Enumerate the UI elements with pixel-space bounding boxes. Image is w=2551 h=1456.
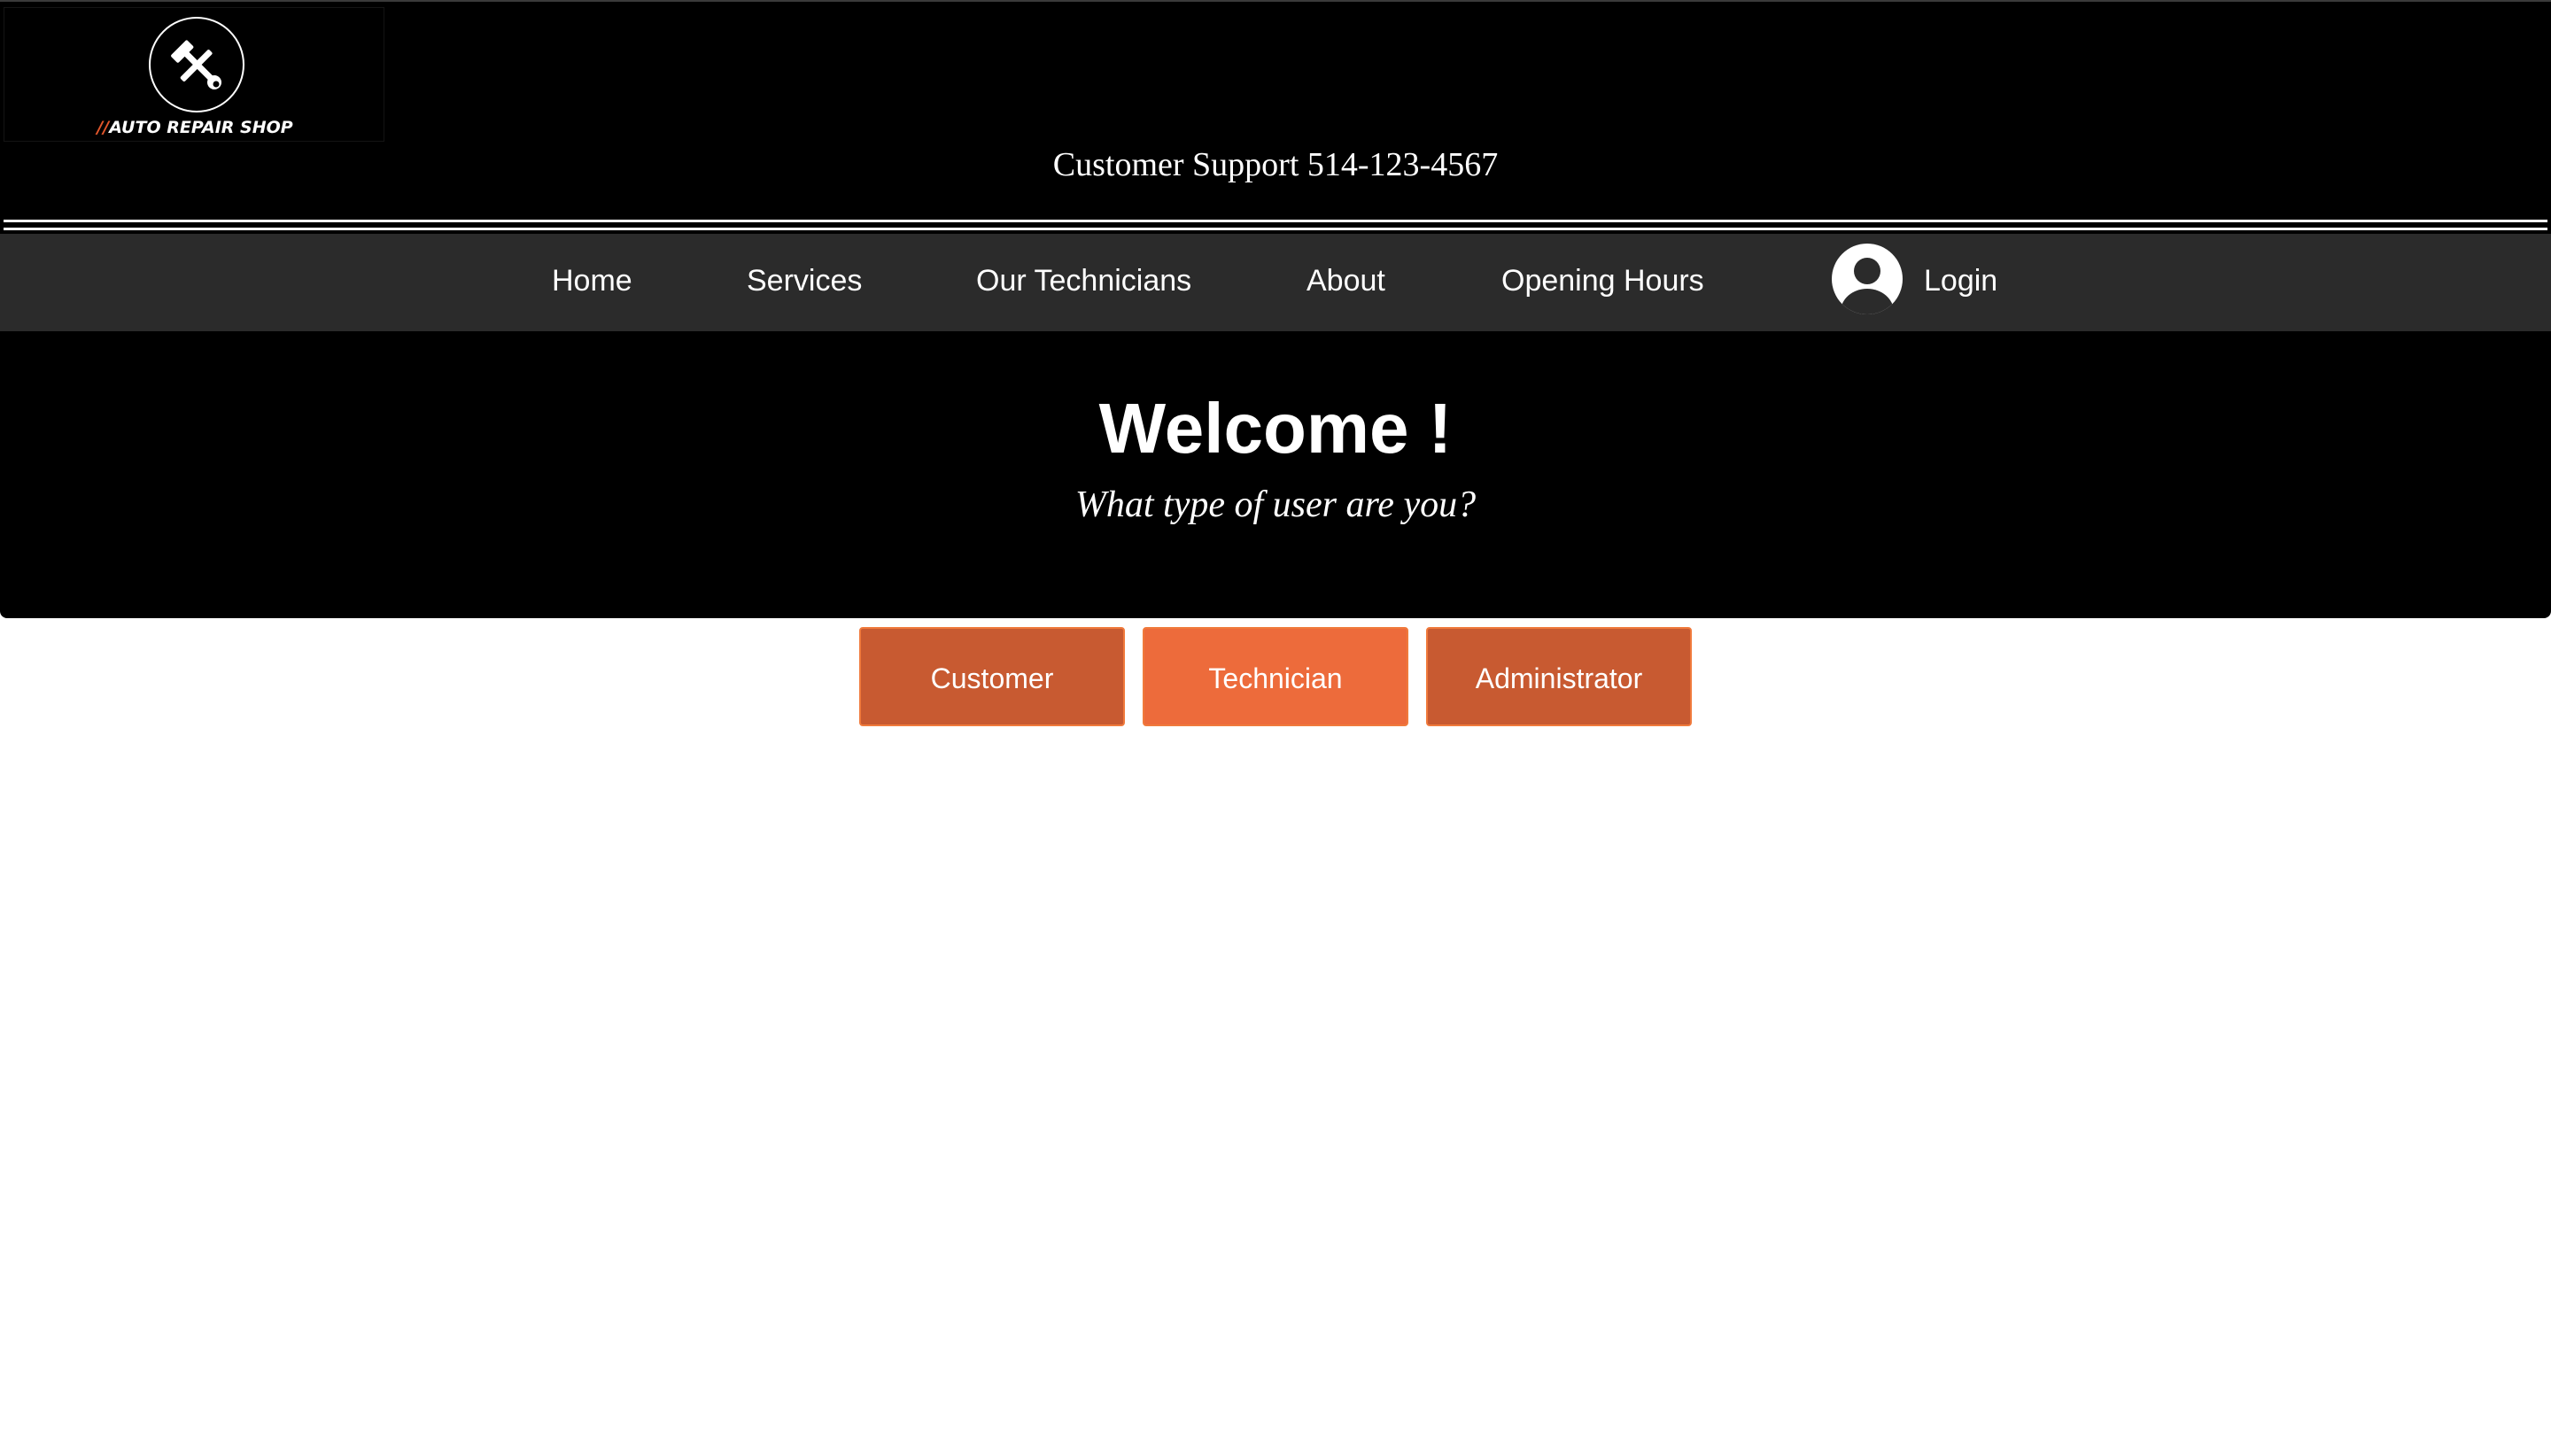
header-divider-top bbox=[4, 220, 2547, 222]
nav-our-technicians[interactable]: Our Technicians bbox=[976, 234, 1191, 331]
nav-about[interactable]: About bbox=[1307, 234, 1385, 331]
customer-button[interactable]: Customer bbox=[859, 627, 1125, 726]
nav-opening-hours[interactable]: Opening Hours bbox=[1501, 234, 1704, 331]
hammer-wrench-icon bbox=[149, 17, 244, 112]
nav-login[interactable]: Login bbox=[1924, 234, 1997, 331]
user-avatar-icon[interactable] bbox=[1825, 243, 1910, 315]
logo-slash: // bbox=[97, 118, 110, 137]
main-nav: Home Services Our Technicians About Open… bbox=[0, 234, 2551, 331]
technician-button[interactable]: Technician bbox=[1143, 627, 1408, 726]
user-type-question: What type of user are you? bbox=[1074, 484, 1477, 525]
welcome-banner: Welcome ! What type of user are you? bbox=[0, 331, 2551, 618]
customer-support-phone: Customer Support 514-123-4567 bbox=[1052, 146, 1499, 183]
top-header: //AUTO REPAIR SHOP Customer Support 514-… bbox=[0, 0, 2551, 234]
logo-name: AUTO REPAIR SHOP bbox=[109, 118, 293, 137]
nav-services[interactable]: Services bbox=[747, 234, 862, 331]
welcome-title: Welcome ! bbox=[1098, 389, 1453, 468]
administrator-button[interactable]: Administrator bbox=[1426, 627, 1692, 726]
shop-logo[interactable]: //AUTO REPAIR SHOP bbox=[4, 7, 384, 142]
nav-home[interactable]: Home bbox=[552, 234, 632, 331]
logo-text: //AUTO REPAIR SHOP bbox=[4, 118, 385, 137]
header-divider-bottom bbox=[4, 228, 2547, 230]
